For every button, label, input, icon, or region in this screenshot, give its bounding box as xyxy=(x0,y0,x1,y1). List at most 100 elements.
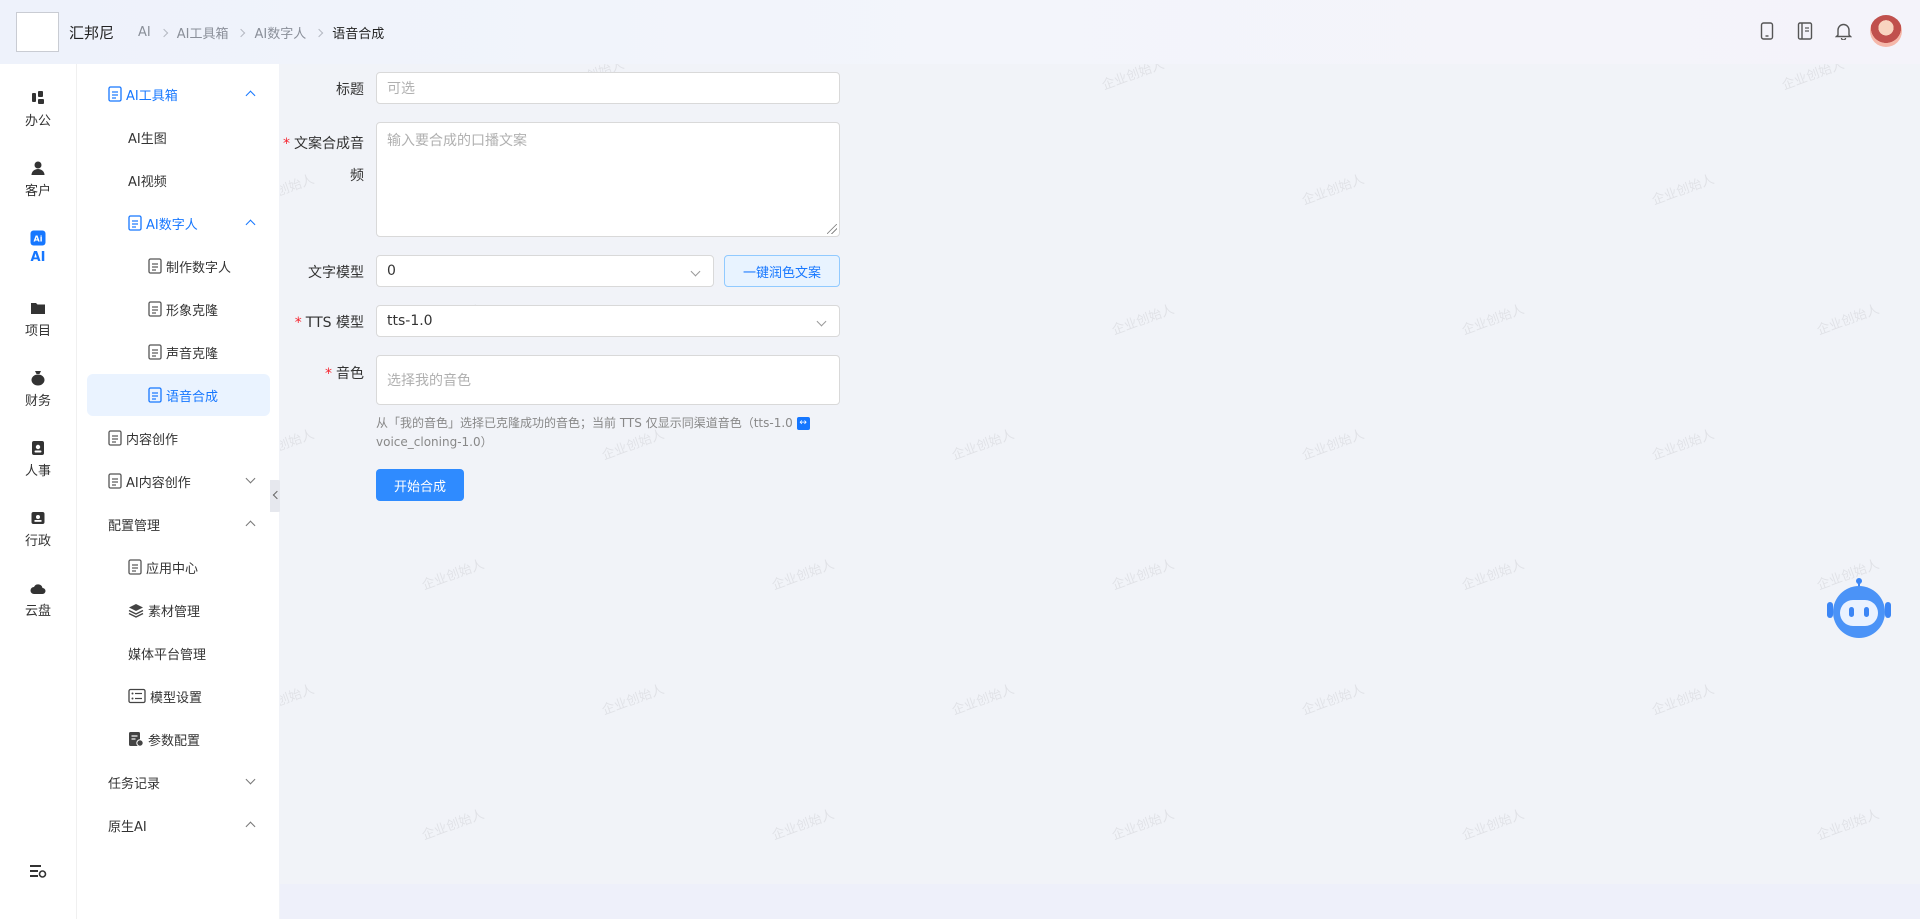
watermark: 企业创始人 xyxy=(1460,557,1527,594)
breadcrumb-item-ai-digital-human[interactable]: AI数字人 xyxy=(254,23,306,42)
settings-list-icon[interactable] xyxy=(29,862,47,880)
sidebar-item-model-settings[interactable]: 模型设置 xyxy=(87,675,270,717)
hint-line-2: voice_cloning-1.0） xyxy=(376,435,493,449)
watermark: 企业创始人 xyxy=(1300,427,1367,464)
nav-item-finance[interactable]: 财务 xyxy=(0,356,76,416)
robot-assistant-icon[interactable] xyxy=(1826,578,1892,644)
sidebar-item-ai-video[interactable]: AI视频 xyxy=(87,159,270,201)
sidebar-item-app-center[interactable]: 应用中心 xyxy=(87,546,270,588)
cloud-icon xyxy=(30,584,46,594)
sidebar-item-label: AI数字人 xyxy=(146,217,198,233)
text-model-value: 0 xyxy=(387,263,396,279)
sidebar-item-label: AI视频 xyxy=(128,174,167,190)
sidebar-item-param-config[interactable]: 参数配置 xyxy=(87,718,270,760)
svg-text:Ai: Ai xyxy=(34,235,43,244)
sidebar-item-label: AI内容创作 xyxy=(126,475,191,491)
footer-strip xyxy=(280,884,1920,919)
logo[interactable] xyxy=(16,12,59,52)
document-icon xyxy=(108,473,122,489)
watermark: 企业创始人 xyxy=(1650,682,1717,719)
nav-label: 人事 xyxy=(24,464,51,479)
breadcrumb-separator-icon xyxy=(159,28,168,37)
resize-handle-icon[interactable] xyxy=(827,224,837,234)
sidebar-item-content-creation[interactable]: 内容创作 xyxy=(87,417,270,459)
tts-label: * TTS 模型 xyxy=(294,315,364,331)
bell-icon[interactable] xyxy=(1832,20,1854,42)
nav-item-cloud[interactable]: 云盘 xyxy=(0,566,76,626)
sidebar-item-label: 媒体平台管理 xyxy=(128,647,207,663)
sidebar-item-ai-image[interactable]: AI生图 xyxy=(87,116,270,158)
sidebar-item-speech-synthesis[interactable]: 语音合成 xyxy=(87,374,270,416)
watermark: 企业创始人 xyxy=(1300,172,1367,209)
sidebar-item-label: AI生图 xyxy=(128,131,167,147)
nav-label: 客户 xyxy=(24,184,51,199)
breadcrumb: AI AI工具箱 AI数字人 语音合成 xyxy=(138,23,384,42)
watermark: 企业创始人 xyxy=(420,557,487,594)
document-icon xyxy=(148,258,162,274)
watermark: 企业创始人 xyxy=(1460,302,1527,339)
nav-label: 项目 xyxy=(24,324,51,339)
book-icon[interactable] xyxy=(1794,20,1816,42)
voice-hint-text: 从「我的音色」选择已克隆成功的音色；当前 TTS 仅显示同渠道音色（tts-1.… xyxy=(376,414,836,452)
sidebar-item-native-ai[interactable]: 原生AI xyxy=(87,804,270,846)
sidebar-item-label: AI工具箱 xyxy=(126,88,178,104)
nav-item-hr[interactable]: 人事 xyxy=(0,426,76,486)
copy-textarea[interactable]: 输入要合成的口播文案 xyxy=(376,122,840,237)
polish-copy-button[interactable]: 一键润色文案 xyxy=(724,255,840,287)
ai-icon: Ai xyxy=(30,230,46,246)
tts-model-select[interactable]: tts-1.0 xyxy=(376,305,840,337)
user-avatar[interactable] xyxy=(1870,15,1902,47)
breadcrumb-item-ai[interactable]: AI xyxy=(138,25,151,40)
nav-item-project[interactable]: 项目 xyxy=(0,286,76,346)
badge-icon xyxy=(32,441,44,455)
admin-icon xyxy=(31,512,45,524)
sidebar-item-ai-digital-human[interactable]: AI数字人 xyxy=(87,202,270,244)
sidebar-item-label: 声音克隆 xyxy=(166,346,219,362)
chevron-up-icon xyxy=(245,219,256,230)
voice-select[interactable]: 选择我的音色 xyxy=(376,355,840,405)
sidebar-item-label: 任务记录 xyxy=(108,776,161,792)
sidebar-item-make-digital-human[interactable]: 制作数字人 xyxy=(87,245,270,287)
copy-placeholder: 输入要合成的口播文案 xyxy=(387,133,527,149)
document-icon xyxy=(148,301,162,317)
watermark: 企业创始人 xyxy=(420,807,487,844)
watermark: 企业创始人 xyxy=(1110,807,1177,844)
title-input[interactable]: 可选 xyxy=(376,72,840,104)
text-model-label: 文字模型 xyxy=(308,265,364,281)
nav-item-office[interactable]: 办公 xyxy=(0,76,76,136)
voice-label-text: 音色 xyxy=(336,366,364,382)
nav-item-admin[interactable]: 行政 xyxy=(0,496,76,556)
voice-placeholder: 选择我的音色 xyxy=(387,373,471,389)
hint-line-1: 从「我的音色」选择已克隆成功的音色；当前 TTS 仅显示同渠道音色（tts-1.… xyxy=(376,416,793,430)
sidebar-item-label: 模型设置 xyxy=(150,690,203,706)
phone-icon[interactable] xyxy=(1756,20,1778,42)
breadcrumb-separator-icon xyxy=(314,28,324,37)
watermark: 企业创始人 xyxy=(280,427,317,464)
chevron-up-icon xyxy=(245,520,256,531)
document-icon xyxy=(148,387,162,403)
nav-item-ai[interactable]: Ai AI xyxy=(0,216,76,276)
sidebar-item-label: 参数配置 xyxy=(148,733,201,749)
sidebar-item-label: 制作数字人 xyxy=(166,260,232,276)
text-model-select[interactable]: 0 xyxy=(376,255,714,287)
sidebar-item-material-management[interactable]: 素材管理 xyxy=(87,589,270,631)
nav-label: 财务 xyxy=(24,394,51,409)
chevron-up-icon xyxy=(245,90,256,101)
sidebar-item-image-clone[interactable]: 形象克隆 xyxy=(87,288,270,330)
tts-model-value: tts-1.0 xyxy=(387,313,433,329)
sidebar-item-voice-clone[interactable]: 声音克隆 xyxy=(87,331,270,373)
chevron-down-icon xyxy=(245,774,256,785)
breadcrumb-item-ai-toolbox[interactable]: AI工具箱 xyxy=(177,23,229,42)
start-synthesis-button[interactable]: 开始合成 xyxy=(376,469,464,501)
chevron-down-icon xyxy=(690,266,701,277)
nav-item-customer[interactable]: 客户 xyxy=(0,146,76,206)
document-icon xyxy=(128,559,142,575)
sidebar-item-media-platform[interactable]: 媒体平台管理 xyxy=(87,632,270,674)
sidebar-item-task-records[interactable]: 任务记录 xyxy=(87,761,270,803)
watermark: 企业创始人 xyxy=(770,557,837,594)
sidebar-item-ai-content-creation[interactable]: AI内容创作 xyxy=(87,460,270,502)
secondary-sidebar: AI工具箱 AI生图 AI视频 AI数字人 制作数字人 形象克隆 声音克隆 语音… xyxy=(76,64,279,919)
sidebar-item-config-management[interactable]: 配置管理 xyxy=(87,503,270,545)
watermark: 企业创始人 xyxy=(1815,302,1882,339)
sidebar-item-ai-toolbox[interactable]: AI工具箱 xyxy=(87,73,270,115)
